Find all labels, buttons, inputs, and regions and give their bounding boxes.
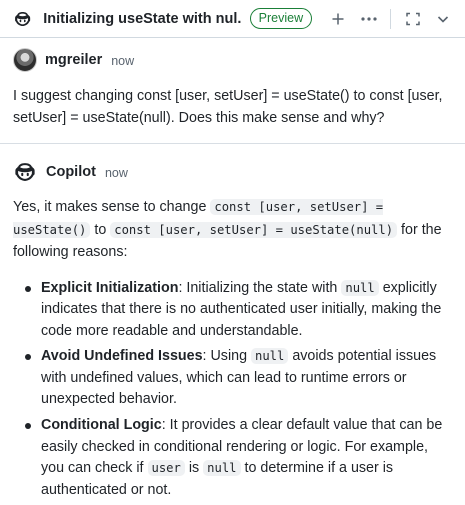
conversation-title: Initializing useState with nul... — [43, 10, 241, 27]
reason-text: : Initializing the state with — [178, 279, 342, 296]
collapse-button[interactable] — [432, 7, 455, 31]
list-item: Explicit Initialization: Initializing th… — [13, 278, 449, 343]
copilot-intro: Yes, it makes sense to change const [use… — [13, 196, 449, 264]
copilot-message: Copilot now Yes, it makes sense to chang… — [0, 156, 465, 505]
copilot-icon — [15, 163, 35, 181]
inline-code: null — [341, 279, 379, 296]
kebab-horizontal-icon — [360, 16, 377, 21]
header-divider — [390, 8, 392, 29]
user-message-text: I suggest changing const [user, setUser]… — [13, 88, 443, 126]
more-options-button[interactable] — [357, 7, 380, 31]
reason-text: : Using — [202, 348, 251, 365]
user-message: mgreiler now I suggest changing const [u… — [0, 44, 465, 129]
reason-title: Conditional Logic — [41, 417, 162, 434]
intro-text-mid: to — [90, 221, 111, 238]
chat-header: Initializing useState with nul... Previe… — [0, 0, 465, 38]
copilot-author: Copilot — [46, 164, 96, 180]
plus-icon — [332, 13, 344, 24]
copilot-icon — [15, 11, 31, 26]
inline-code: null — [251, 348, 289, 365]
fullscreen-button[interactable] — [401, 7, 424, 31]
intro-text-start: Yes, it makes sense to change — [13, 199, 211, 215]
reason-title: Avoid Undefined Issues — [41, 348, 203, 365]
preview-badge: Preview — [249, 8, 313, 29]
avatar[interactable] — [13, 48, 37, 72]
reason-text: is — [184, 460, 204, 477]
message-divider — [0, 143, 465, 144]
copilot-timestamp: now — [104, 165, 128, 180]
screen-full-icon — [405, 12, 420, 25]
chevron-down-icon — [438, 15, 449, 23]
reason-title: Explicit Initialization — [41, 279, 179, 296]
list-item: Avoid Undefined Issues: Using null avoid… — [13, 346, 449, 411]
user-author[interactable]: mgreiler — [45, 52, 102, 68]
copilot-message-body: Yes, it makes sense to change const [use… — [0, 188, 465, 501]
user-message-header: mgreiler now — [0, 44, 465, 76]
copilot-message-header: Copilot now — [0, 156, 465, 188]
reasons-list: Explicit Initialization: Initializing th… — [13, 278, 449, 502]
inline-code: user — [147, 460, 185, 477]
inline-code: null — [203, 460, 241, 477]
inline-code: const [user, setUser] = useState(null) — [110, 221, 398, 238]
list-item: Conditional Logic: It provides a clear d… — [13, 415, 449, 501]
new-chat-button[interactable] — [326, 7, 349, 31]
user-timestamp: now — [111, 53, 135, 68]
